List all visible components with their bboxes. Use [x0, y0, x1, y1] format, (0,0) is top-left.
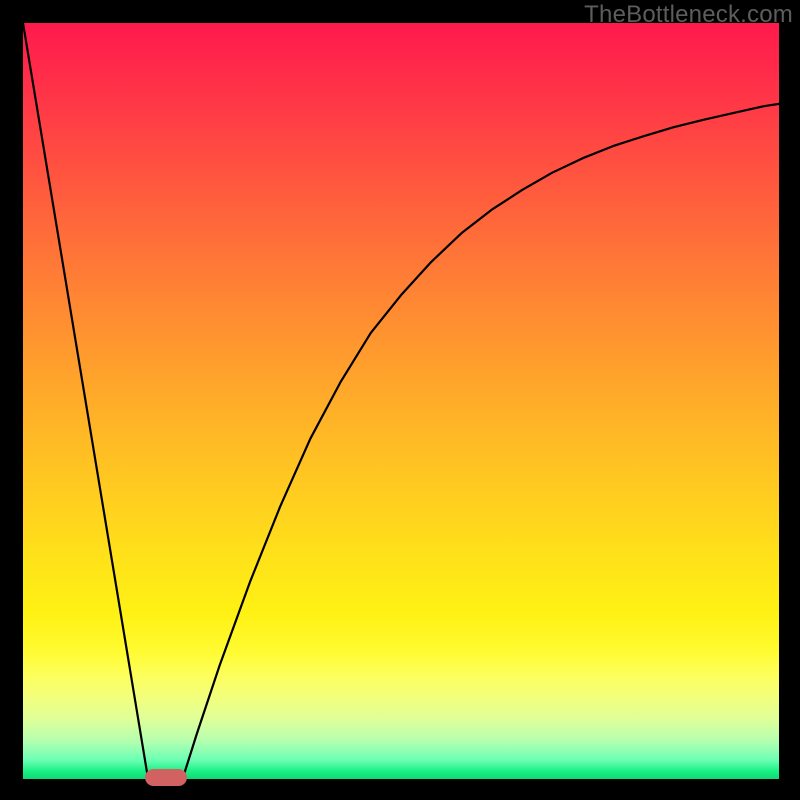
line-right-curve: [183, 104, 779, 777]
chart-lines-svg: [23, 23, 779, 779]
valley-marker: [145, 769, 187, 786]
line-left-descent: [23, 23, 148, 777]
chart-frame: TheBottleneck.com: [0, 0, 800, 800]
plot-area: [23, 23, 779, 779]
